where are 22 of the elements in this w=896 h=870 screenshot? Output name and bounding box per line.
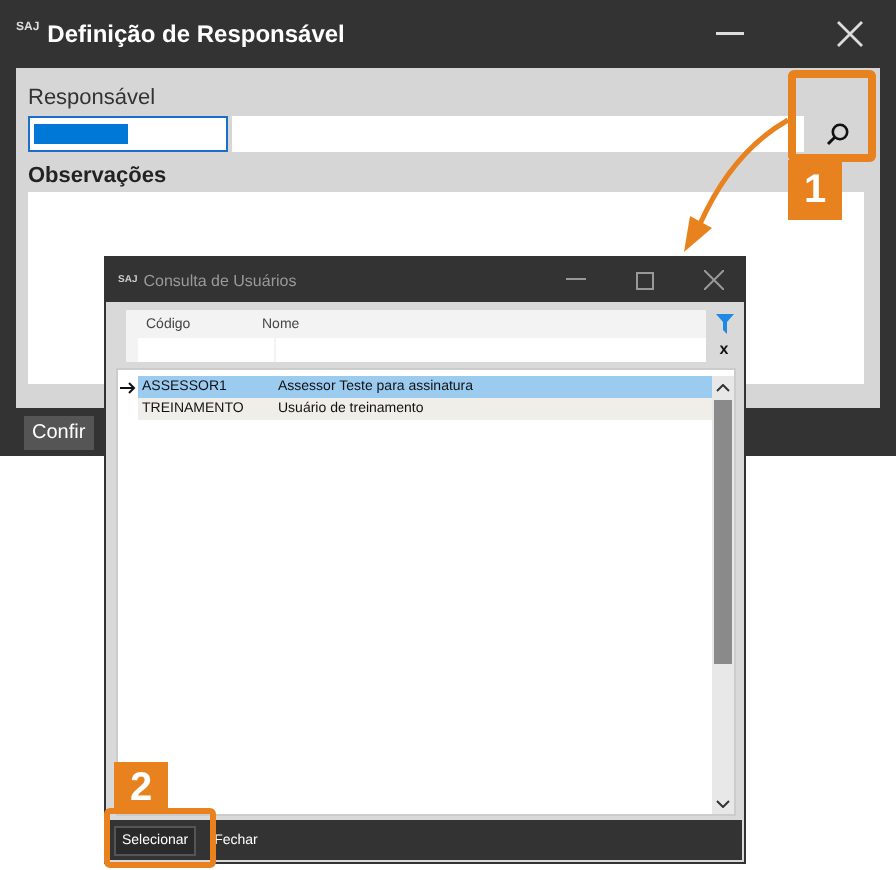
scroll-up-icon[interactable] xyxy=(716,384,730,392)
minimize-icon[interactable] xyxy=(716,32,744,36)
minimize-icon[interactable] xyxy=(566,278,586,282)
close-icon[interactable] xyxy=(704,270,724,290)
window-title: Definição de Responsável xyxy=(47,20,347,48)
step-number: 2 xyxy=(114,762,168,814)
clear-filter-button[interactable]: x xyxy=(719,340,729,360)
scrollbar[interactable] xyxy=(712,376,734,814)
scroll-down-icon[interactable] xyxy=(716,800,730,808)
field-label: Responsável xyxy=(28,86,158,112)
scroll-thumb[interactable] xyxy=(714,400,732,664)
step-number: 1 xyxy=(788,160,842,220)
filter-field[interactable] xyxy=(138,338,274,362)
code-field[interactable] xyxy=(28,116,228,152)
confirm-button[interactable]: Confir xyxy=(24,415,94,449)
name-field[interactable] xyxy=(232,116,804,152)
dialog-title: Consulta de Usuários xyxy=(143,271,299,289)
search-icon xyxy=(826,122,850,146)
filter-field[interactable] xyxy=(276,338,706,362)
maximize-icon[interactable] xyxy=(636,271,654,289)
filter-icon[interactable] xyxy=(715,314,733,336)
field-label: Observações xyxy=(28,164,167,192)
